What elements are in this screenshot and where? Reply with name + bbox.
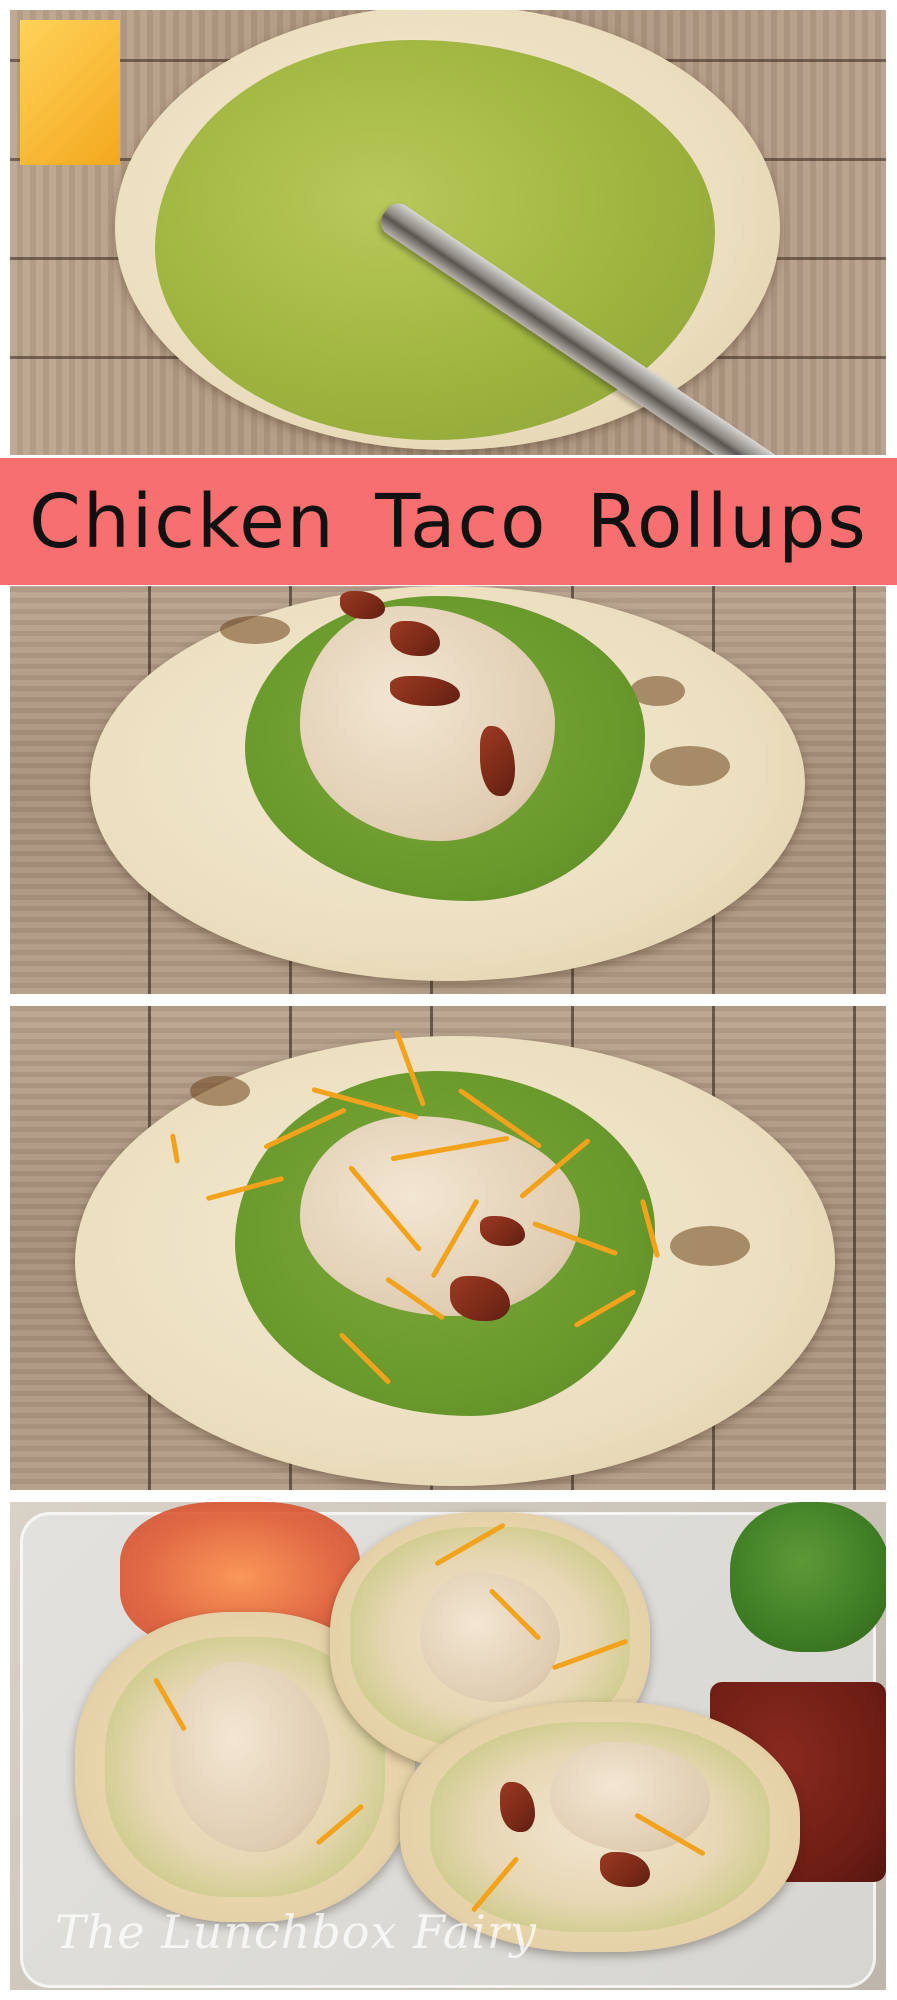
scorch-mark xyxy=(220,616,290,644)
scorch-mark xyxy=(190,1076,250,1106)
photo-cheese-added xyxy=(10,1006,886,1490)
scorch-mark xyxy=(650,746,730,786)
title-banner: Chicken Taco Rollups xyxy=(0,458,897,585)
watermark: The Lunchbox Fairy xyxy=(55,1905,537,1959)
cheese-block xyxy=(20,20,120,165)
photo-spreading-guacamole xyxy=(10,10,886,455)
scorch-mark xyxy=(670,1226,750,1266)
broccoli xyxy=(730,1502,886,1652)
photo-chicken-bacon xyxy=(10,586,886,994)
page-title: Chicken Taco Rollups xyxy=(29,478,868,565)
